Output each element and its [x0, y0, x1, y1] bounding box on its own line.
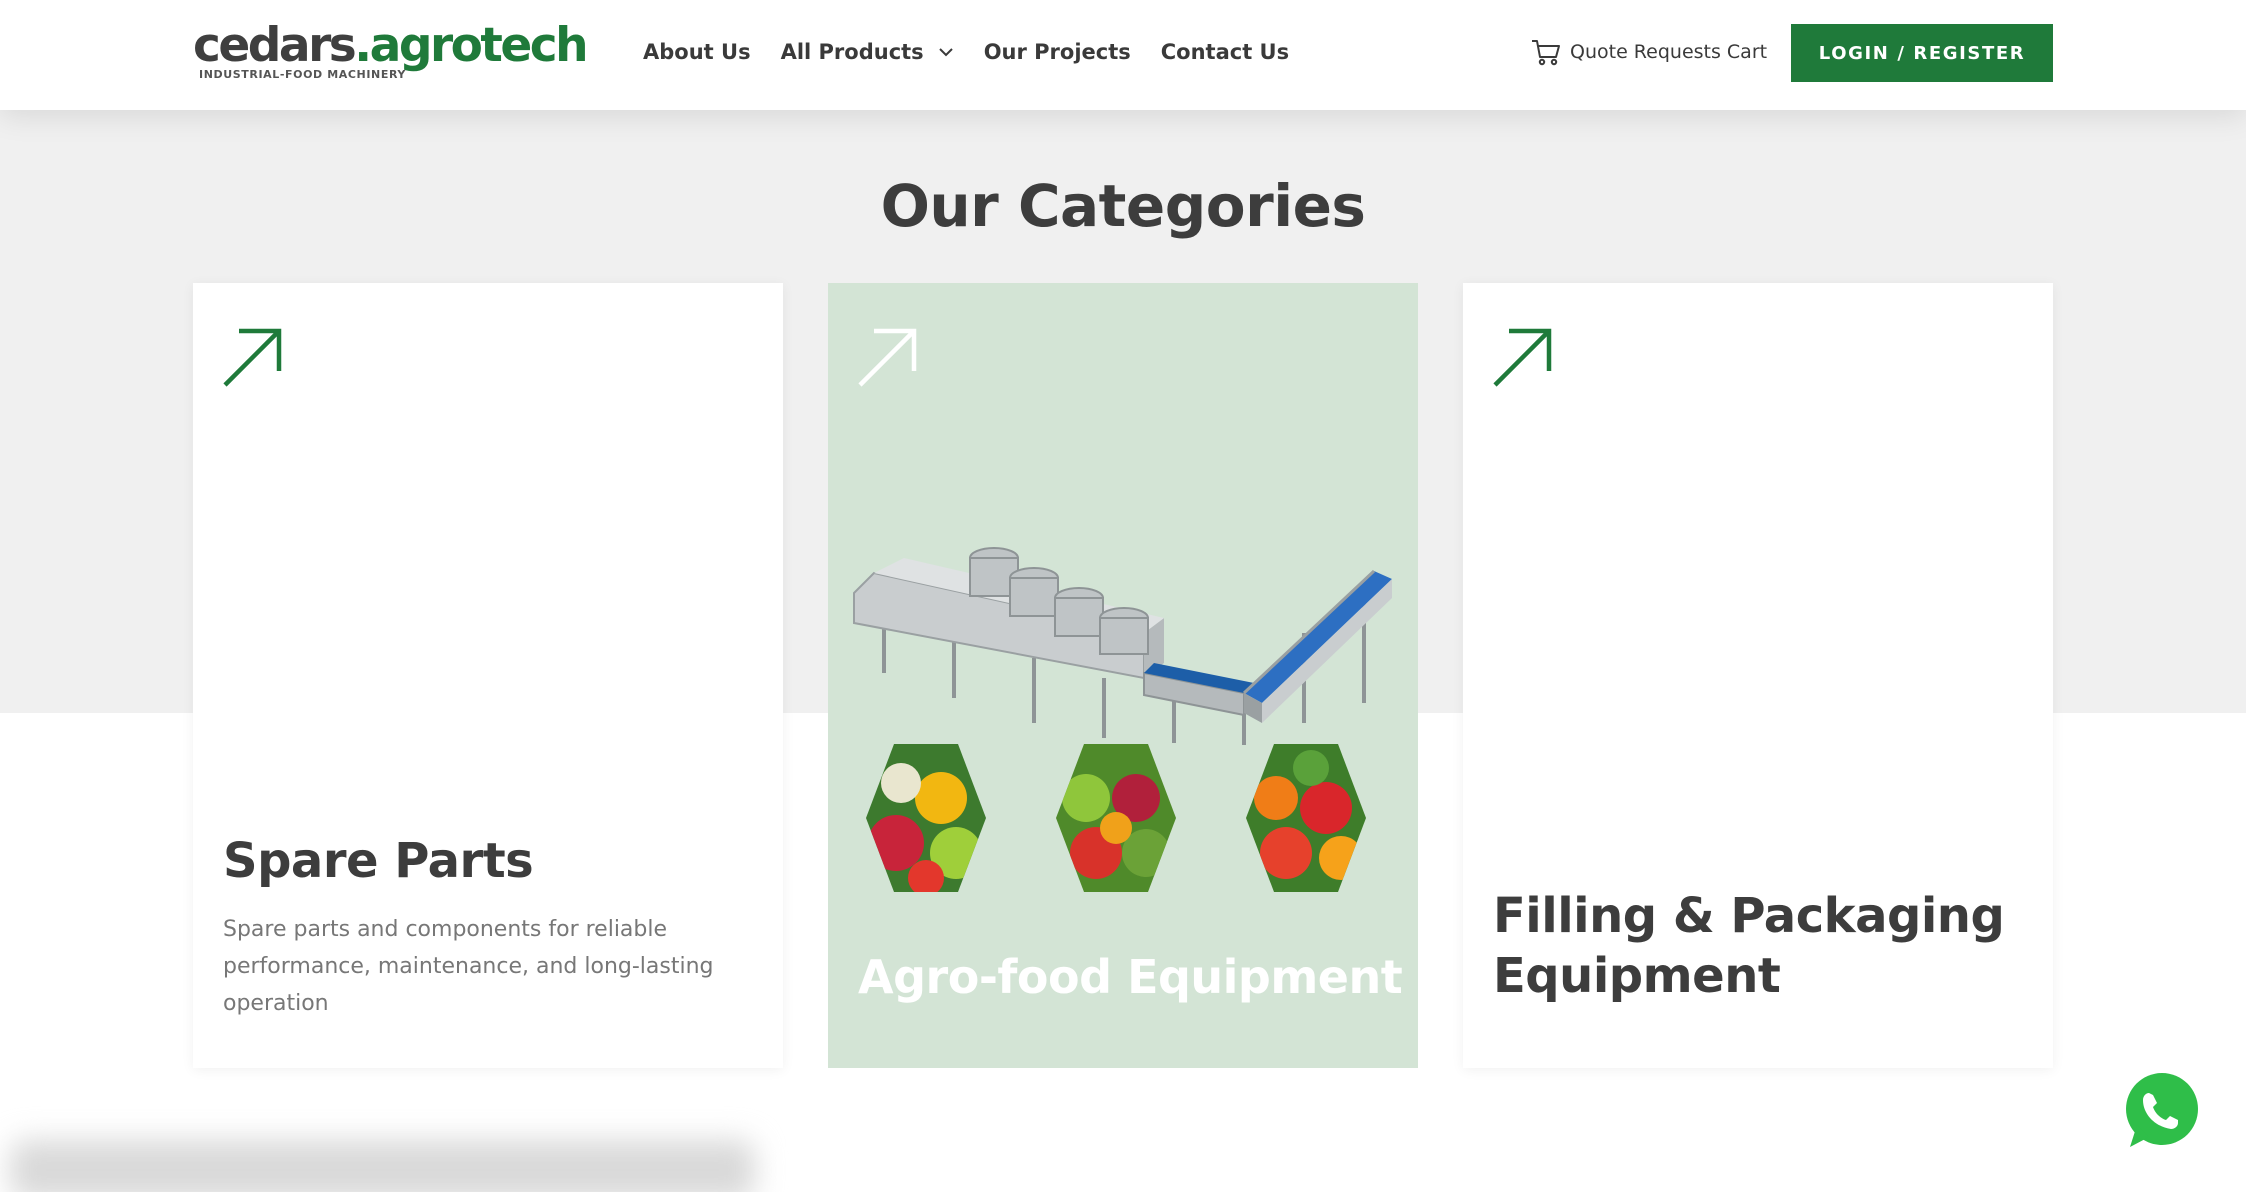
category-title: Filling & Packaging Equipment: [1493, 888, 2005, 1004]
logo-tagline: INDUSTRIAL-FOOD MACHINERY: [199, 68, 407, 81]
arrow-up-right-icon: [223, 328, 282, 387]
nav-all-products[interactable]: All Products: [781, 40, 954, 64]
nav-all-products-label: All Products: [780, 40, 924, 64]
quote-requests-cart-link[interactable]: Quote Requests Cart: [1530, 36, 1767, 68]
arrow-up-right-icon: [858, 328, 917, 387]
category-title: Agro-food Equipment: [858, 950, 1403, 1004]
category-card-spare-parts[interactable]: Spare Parts Spare parts and components f…: [193, 283, 783, 1068]
chevron-down-icon: [938, 48, 953, 57]
main-nav: About Us All Products Our Projects Conta…: [643, 34, 1319, 70]
category-title: Spare Parts: [223, 833, 534, 889]
nav-about-us-label: About Us: [643, 40, 751, 64]
blurred-content-placeholder: [10, 1140, 755, 1192]
cart-label: Quote Requests Cart: [1570, 41, 1768, 63]
produce-images: [866, 744, 1366, 892]
category-description: Spare parts and components for reliable …: [223, 917, 714, 1016]
whatsapp-icon[interactable]: [2113, 1063, 2209, 1159]
nav-contact-us-label: Contact Us: [1160, 40, 1290, 64]
site-header: cedars.agrotech INDUSTRIAL-FOOD MACHINER…: [0, 0, 2246, 110]
machine-image: [853, 547, 1392, 745]
logo-word-agrotech: agrotech: [369, 18, 589, 73]
nav-our-projects-label: Our Projects: [983, 40, 1131, 64]
arrow-up-right-icon: [1493, 328, 1552, 387]
brand-logo[interactable]: cedars.agrotech INDUSTRIAL-FOOD MACHINER…: [193, 18, 593, 84]
logo-dot: .: [354, 18, 372, 73]
cart-icon: [1532, 40, 1560, 66]
logo-wordmark: cedars.agrotech: [193, 18, 589, 74]
nav-our-projects[interactable]: Our Projects: [984, 40, 1131, 64]
category-card-agro-food-equipment[interactable]: Agro-food Equipment: [828, 283, 1418, 1068]
category-card-filling-packaging[interactable]: Filling & Packaging Equipment: [1463, 283, 2053, 1068]
nav-about-us[interactable]: About Us: [643, 40, 751, 64]
logo-word-cedars: cedars: [193, 18, 357, 73]
login-register-button[interactable]: LOGIN / REGISTER: [1791, 24, 2053, 82]
section-title: Our Categories: [880, 172, 1366, 240]
nav-contact-us[interactable]: Contact Us: [1161, 40, 1289, 64]
